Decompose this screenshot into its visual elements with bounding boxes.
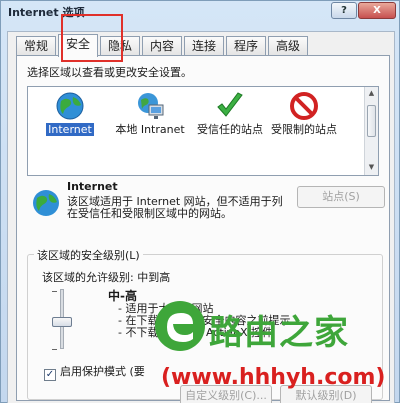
no-entry-icon [290, 92, 318, 120]
tab-connections[interactable]: 连接 [184, 36, 224, 56]
tab-general[interactable]: 常规 [16, 36, 56, 56]
check-icon [217, 92, 243, 117]
level-description-list: 适用于大多数网站 在下载潜在的不安全内容之前提示 不下载未签名的 ActiveX… [118, 303, 308, 339]
security-panel: 选择区域以查看或更改安全设置。 Internet 本地 Intranet 受信任… [16, 55, 390, 403]
close-button[interactable]: X [358, 2, 396, 19]
protected-mode-option[interactable]: ✓ 启用保护模式 (要 [44, 363, 145, 381]
scroll-down-icon[interactable]: ▼ [367, 163, 376, 172]
allowed-levels-text: 该区域的允许级别: 中到高 [42, 271, 171, 284]
zone-trusted[interactable]: 受信任的站点 [194, 91, 266, 136]
selected-zone-title: Internet [67, 180, 118, 193]
level-point: 不下载未签名的 ActiveX 控件 [118, 327, 308, 339]
zone-label-internet: Internet [46, 123, 94, 136]
globe-icon [33, 190, 59, 216]
dialog-body: 常规 安全 隐私 内容 连接 程序 高级 选择区域以查看或更改安全设置。 Int… [7, 14, 395, 403]
slider-tick [52, 349, 57, 350]
protected-mode-label: 启用保护模式 (要 [60, 365, 145, 378]
highlight-box [61, 14, 123, 62]
zone-label-intranet: 本地 Intranet [115, 123, 185, 136]
slider-thumb[interactable] [52, 317, 72, 327]
default-level-button[interactable]: 默认级别(D) [280, 385, 372, 403]
zone-internet[interactable]: Internet [34, 91, 106, 136]
globe-icon [56, 92, 84, 120]
sites-button[interactable]: 站点(S) [297, 186, 385, 208]
zone-instruction: 选择区域以查看或更改安全设置。 [27, 66, 192, 79]
scroll-up-icon[interactable]: ▲ [367, 89, 376, 98]
zone-label-restricted: 受限制的站点 [271, 123, 337, 136]
scroll-thumb[interactable] [367, 105, 376, 137]
intranet-icon [138, 93, 164, 119]
help-button[interactable]: ? [331, 2, 357, 19]
dialog-window: Internet 选项 ? X 常规 安全 隐私 内容 连接 程序 高级 选择区… [0, 0, 400, 403]
zone-list: Internet 本地 Intranet 受信任的站点 受限制的站点 ▲ ▼ [27, 86, 379, 176]
custom-level-button[interactable]: 自定义级别(C)... [180, 385, 272, 403]
zone-restricted[interactable]: 受限制的站点 [268, 91, 340, 136]
tab-programs[interactable]: 程序 [226, 36, 266, 56]
selected-zone-description: 该区域适用于 Internet 网站，但不适用于列在受信任和受限制区域中的网站。 [67, 195, 283, 220]
tab-advanced[interactable]: 高级 [268, 36, 308, 56]
zone-scrollbar[interactable]: ▲ ▼ [364, 87, 378, 175]
tab-content[interactable]: 内容 [142, 36, 182, 56]
security-level-title: 该区域的安全级别(L) [34, 247, 143, 263]
protected-mode-checkbox[interactable]: ✓ [44, 369, 56, 381]
slider-tick [52, 291, 57, 292]
zone-intranet[interactable]: 本地 Intranet [114, 91, 186, 136]
security-level-group: 该区域的安全级别(L) 该区域的允许级别: 中到高 中-高 适用于大多数网站 在… [27, 247, 383, 403]
zone-label-trusted: 受信任的站点 [197, 123, 263, 136]
